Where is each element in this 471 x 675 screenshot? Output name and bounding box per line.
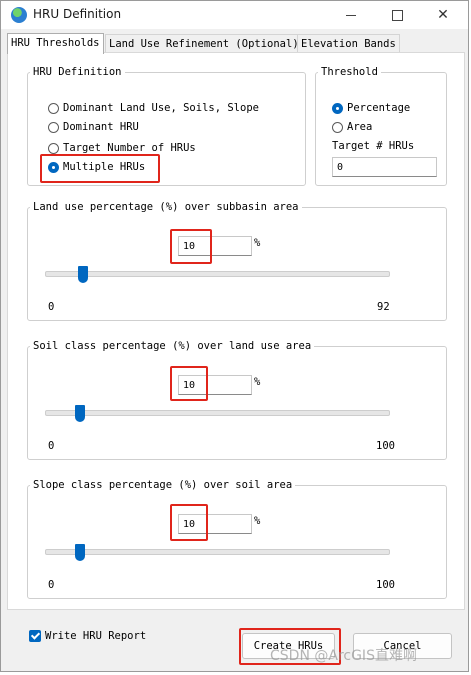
option-area[interactable]: Area xyxy=(332,121,372,133)
slider-min-label: 0 xyxy=(48,301,55,313)
option-percentage[interactable]: Percentage xyxy=(332,102,410,114)
option-target-number-of-hrus[interactable]: Target Number of HRUs xyxy=(48,142,196,154)
slope-legend: Slope class percentage (%) over soil are… xyxy=(33,479,293,491)
tab-land-use-refinement[interactable]: Land Use Refinement (Optional) xyxy=(105,34,303,53)
tab-hru-thresholds[interactable]: HRU Thresholds xyxy=(7,33,104,54)
land-use-slider-track[interactable] xyxy=(45,271,390,277)
soil-slider-track[interactable] xyxy=(45,410,390,416)
option-label: Percentage xyxy=(347,102,411,114)
slope-slider-thumb[interactable] xyxy=(74,544,85,561)
percent-unit: % xyxy=(254,376,261,388)
slider-min-label: 0 xyxy=(48,440,55,452)
percent-unit: % xyxy=(254,515,261,527)
option-dominant-hru[interactable]: Dominant HRU xyxy=(48,121,139,133)
land-use-legend: Land use percentage (%) over subbasin ar… xyxy=(33,201,299,213)
close-icon[interactable]: ✕ xyxy=(420,1,466,29)
target-hrus-label: Target # HRUs xyxy=(332,140,415,152)
soil-legend: Soil class percentage (%) over land use … xyxy=(33,340,312,352)
window-title: HRU Definition xyxy=(33,7,122,21)
radio-icon[interactable] xyxy=(48,142,59,154)
globe-app-icon xyxy=(11,7,27,23)
hru-thresholds-panel: HRU Definition Dominant Land Use, Soils,… xyxy=(7,52,465,610)
threshold-legend: Threshold xyxy=(321,66,378,78)
land-use-slider-thumb[interactable] xyxy=(77,266,88,283)
option-label: Target Number of HRUs xyxy=(63,142,196,154)
title-bar[interactable]: HRU Definition ✕ xyxy=(1,1,468,29)
slider-min-label: 0 xyxy=(48,579,55,591)
tab-strip: HRU Thresholds Land Use Refinement (Opti… xyxy=(7,33,467,54)
write-report-checkbox[interactable] xyxy=(29,630,41,642)
tab-elevation-bands[interactable]: Elevation Bands xyxy=(297,34,400,53)
csdn-watermark: CSDN @ArcGIS直难啊 xyxy=(270,648,417,664)
radio-checked-icon[interactable] xyxy=(332,102,343,114)
highlight-box xyxy=(170,504,208,541)
slider-max-label: 100 xyxy=(376,579,395,591)
slider-max-label: 92 xyxy=(377,301,390,313)
minimize-icon[interactable] xyxy=(328,1,374,29)
write-report-label: Write HRU Report xyxy=(45,630,147,642)
option-dominant-land-use-soils-slope[interactable]: Dominant Land Use, Soils, Slope xyxy=(48,102,259,114)
percent-unit: % xyxy=(254,237,261,249)
option-label: Dominant Land Use, Soils, Slope xyxy=(63,102,259,114)
radio-icon[interactable] xyxy=(48,121,59,133)
option-label: Area xyxy=(347,121,373,133)
hru-definition-window: HRU Definition ✕ HRU Thresholds Land Use… xyxy=(0,0,469,672)
slope-slider-track[interactable] xyxy=(45,549,390,555)
slider-max-label: 100 xyxy=(376,440,395,452)
radio-icon[interactable] xyxy=(332,121,343,133)
radio-icon[interactable] xyxy=(48,102,59,114)
highlight-box xyxy=(170,366,208,401)
hru-definition-legend: HRU Definition xyxy=(33,66,122,78)
option-label: Dominant HRU xyxy=(63,121,139,133)
highlight-box xyxy=(40,154,160,183)
highlight-box xyxy=(170,229,212,264)
soil-slider-thumb[interactable] xyxy=(74,405,85,422)
target-hrus-input[interactable]: 0 xyxy=(332,157,437,177)
maximize-icon[interactable] xyxy=(374,1,420,29)
